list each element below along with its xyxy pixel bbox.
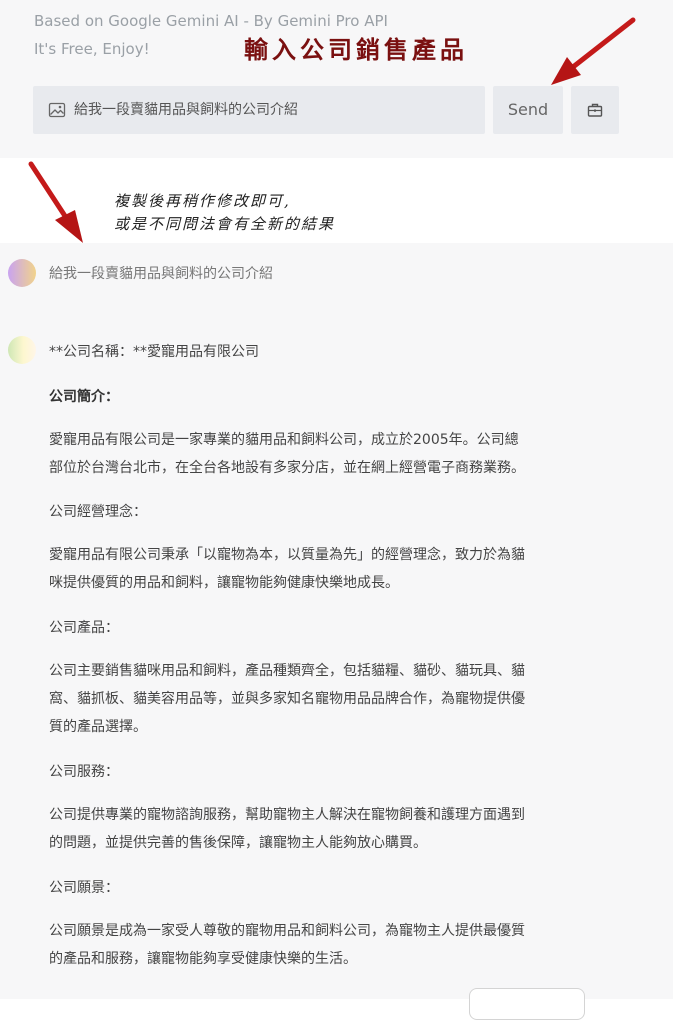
app-subtitle: Based on Google Gemini AI - By Gemini Pr… xyxy=(34,12,388,30)
user-avatar xyxy=(8,259,36,287)
response-line: 部位於台灣台北市，在全台各地設有多家分店，並在網上經營電子商務業務。 xyxy=(49,460,525,476)
response-line: 愛寵用品有限公司是一家專業的貓用品和飼料公司，成立於2005年。公司總 xyxy=(49,432,519,448)
response-heading-services: 公司服務： xyxy=(49,764,119,780)
annotation-note-line2: 或是不同問法會有全新的結果 xyxy=(114,215,336,233)
response-heading-products: 公司產品： xyxy=(49,620,119,636)
annotation-arrow-send xyxy=(551,17,636,85)
response-line: 公司願景是成為一家受人尊敬的寵物用品和飼料公司，為寵物主人提供最優質 xyxy=(49,923,525,939)
prompt-input-value[interactable]: 給我一段賣貓用品與飼料的公司介紹 xyxy=(74,86,298,134)
model-avatar xyxy=(8,336,36,364)
response-heading-vision: 公司願景： xyxy=(49,880,119,896)
response-line: 愛寵用品有限公司秉承「以寵物為本，以質量為先」的經營理念，致力於為貓 xyxy=(49,547,525,563)
response-line: 公司主要銷售貓咪用品和飼料，產品種類齊全，包括貓糧、貓砂、貓玩具、貓 xyxy=(49,663,525,679)
response-line: 的產品和服務，讓寵物能夠享受健康快樂的生活。 xyxy=(49,951,357,967)
response-line: 公司提供專業的寵物諮詢服務，幫助寵物主人解決在寵物飼養和護理方面遇到 xyxy=(49,807,525,823)
image-icon[interactable] xyxy=(48,101,66,119)
response-heading-philosophy: 公司經營理念： xyxy=(49,504,147,520)
response-line: 質的產品選擇。 xyxy=(49,719,147,735)
chat-area: 給我一段賣貓用品與飼料的公司介紹 **公司名稱：**愛寵用品有限公司 公司簡介：… xyxy=(0,243,673,1020)
prompt-input[interactable]: 給我一段賣貓用品與飼料的公司介紹 xyxy=(33,86,485,134)
response-heading-intro: 公司簡介： xyxy=(49,389,119,405)
response-line: 的問題，並提供完善的售後保障，讓寵物主人能夠放心購買。 xyxy=(49,835,427,851)
copy-button[interactable] xyxy=(469,988,585,1020)
response-company-name: **公司名稱：**愛寵用品有限公司 xyxy=(49,344,259,360)
user-message: 給我一段賣貓用品與飼料的公司介紹 xyxy=(49,266,273,282)
clear-button[interactable] xyxy=(571,86,619,134)
briefcase-icon xyxy=(587,103,603,117)
send-button[interactable]: Send xyxy=(493,86,563,134)
response-line: 窩、貓抓板、貓美容用品等，並與多家知名寵物用品品牌合作，為寵物提供優 xyxy=(49,691,525,707)
annotation-note-line1: 複製後再稍作修改即可, xyxy=(114,192,291,210)
annotation-title: 輸入公司銷售產品 xyxy=(244,35,468,64)
response-line: 咪提供優質的用品和飼料，讓寵物能夠健康快樂地成長。 xyxy=(49,575,399,591)
app-tagline: It's Free, Enjoy! xyxy=(34,40,150,58)
annotation-arrow-chat xyxy=(28,161,83,243)
